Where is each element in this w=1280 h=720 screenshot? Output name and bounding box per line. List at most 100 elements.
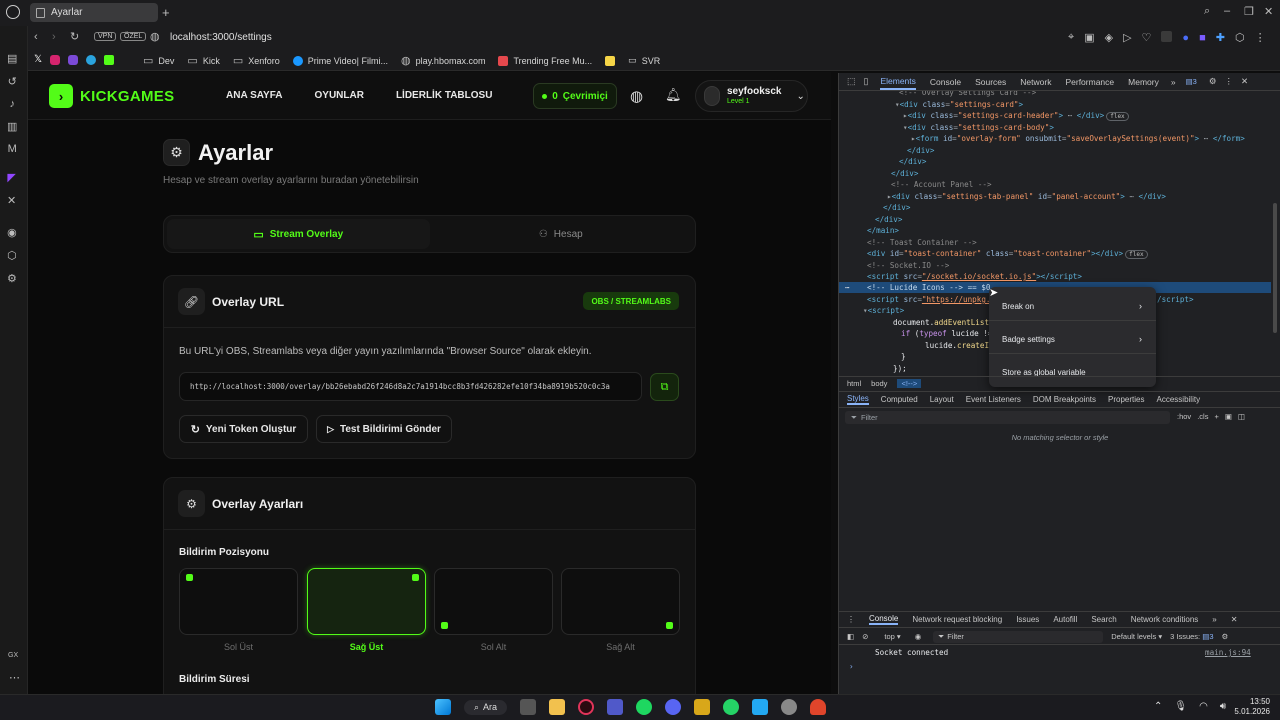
shield-icon[interactable]: ◈ [1105,31,1113,44]
whatsapp-icon[interactable] [723,699,740,715]
tab-account[interactable]: ⚇ Hesap [430,219,693,249]
nav-leaderboard[interactable]: LİDERLİK TABLOSU [396,90,492,101]
opera-gx-icon[interactable] [578,699,595,715]
eye-icon[interactable]: ◉ [915,632,922,641]
styles-filter-input[interactable]: ⏷ Filter [845,411,1170,424]
hov-toggle[interactable]: :hov [1177,412,1191,421]
drawer-menu-icon[interactable]: ⋮ [847,615,855,624]
spotify-icon[interactable] [636,699,653,715]
teams-icon[interactable] [607,699,624,715]
extension-icon[interactable] [1161,31,1173,42]
close-window-icon[interactable]: ✕ [1264,5,1273,18]
menu-item-badge-settings[interactable]: Badge settings [1002,335,1055,344]
drawer-tab-issues[interactable]: Issues [1016,615,1039,624]
vpn-badge[interactable]: VPN [94,32,117,41]
paint-icon[interactable]: ▣ [1225,412,1232,421]
more-icon[interactable]: ⋯ [9,671,20,684]
add-rule-icon[interactable]: + [1214,412,1218,421]
news-icon[interactable]: ▥ [7,120,17,133]
more-icon[interactable]: ⋮ [1224,76,1233,87]
tab-sources[interactable]: Sources [975,77,1006,87]
elements-scrollbar[interactable] [1273,203,1277,333]
settings-icon[interactable]: ⚙ [1209,76,1217,87]
tab-computed[interactable]: Computed [881,395,918,404]
site-logo[interactable]: › KICKGAMES [49,84,174,108]
volume-icon[interactable]: 🔊︎ [1220,701,1226,712]
telegram-icon[interactable] [86,54,97,65]
console-sidebar-icon[interactable]: ◧ [847,632,854,641]
user-menu[interactable]: seyfooksck Level 1 ⌄ [695,80,808,112]
settings-icon[interactable]: ⚙ [7,272,17,285]
bookmark-dev[interactable]: ▭ Dev [143,54,174,67]
spotify-icon[interactable]: ◉ [7,226,17,239]
more-drawer-tabs-icon[interactable]: » [1212,615,1216,624]
drawer-tab-search[interactable]: Search [1091,615,1116,624]
wifi-icon[interactable]: ◠ [1199,701,1208,712]
new-tab-icon[interactable]: + [162,5,170,20]
issues-count-badge[interactable]: ▤3 [1186,77,1197,86]
browser-tab[interactable]: Ayarlar [30,3,158,22]
puzzle-icon[interactable]: ✚ [1216,31,1225,44]
twitch-icon[interactable]: ◤ [7,171,16,184]
crumb-body[interactable]: body [871,379,887,388]
console-filter-input[interactable]: ⏷ Filter [933,630,1104,643]
bookmark-prime-video[interactable]: Prime Video| Filmi... [292,54,388,67]
console-issues-badge[interactable]: 3 Issues: ▤3 [1170,632,1213,641]
test-notification-button[interactable]: ▷ Test Bildirimi Gönder [316,415,452,443]
m-icon[interactable]: M [7,143,17,155]
kick-icon[interactable] [104,54,115,65]
tray-chevron-icon[interactable]: ⌃ [1154,701,1162,712]
online-status[interactable]: 0 Çevrimiçi [533,83,617,109]
forward-icon[interactable]: › [52,31,56,43]
back-icon[interactable]: ‹ [34,31,38,43]
maximize-icon[interactable]: ❐ [1244,5,1254,18]
copy-button[interactable]: ⧉ [650,373,679,401]
default-levels-dropdown[interactable]: Default levels ▾ [1111,632,1162,641]
tab-properties[interactable]: Properties [1108,395,1144,404]
menu-item-break-on[interactable]: Break on [1002,302,1034,311]
nav-games[interactable]: OYUNLAR [315,90,364,101]
opera-gx-logo-icon[interactable] [6,5,20,19]
crumb-html[interactable]: html [847,379,861,388]
start-icon[interactable] [435,699,451,715]
skype-icon[interactable] [68,54,79,65]
cls-toggle[interactable]: .cls [1197,412,1208,421]
discord-icon[interactable] [665,699,682,715]
bookmark-svr[interactable]: ▭ SVR [605,54,660,67]
context-selector[interactable]: top ▾ [884,632,900,641]
minimize-icon[interactable]: – [1224,5,1230,17]
drawer-tab-request-blocking[interactable]: Network request blocking [912,615,1002,624]
x-icon[interactable]: 𝕏 [34,54,42,65]
position-top-right[interactable] [307,568,426,635]
tab-styles[interactable]: Styles [847,394,869,405]
tab-elements[interactable]: Elements [880,74,916,90]
extension-blue-icon[interactable]: ● [1182,31,1189,44]
reload-icon[interactable]: ↻ [70,30,79,43]
extensions-icon[interactable]: ⬡ [7,249,17,262]
drawer-tab-console[interactable]: Console [869,614,899,625]
tab-console[interactable]: Console [930,77,961,87]
sidebar-toggle-icon[interactable]: ◫ [1238,412,1245,421]
vscode-icon[interactable] [752,699,769,715]
tab-memory[interactable]: Memory [1128,77,1159,87]
crumb-comment[interactable]: <!--> [897,379,922,388]
task-view-icon[interactable] [520,699,537,715]
overlay-url-input[interactable]: http://localhost:3000/overlay/bb26ebabd2… [179,372,642,401]
position-bottom-left[interactable] [434,568,553,635]
console-prompt-icon[interactable]: › [849,662,854,671]
drawer-tab-network-conditions[interactable]: Network conditions [1131,615,1199,624]
tab-accessibility[interactable]: Accessibility [1157,395,1201,404]
position-bottom-right[interactable] [561,568,680,635]
gx-label[interactable]: GX [8,652,18,659]
clock[interactable]: 13:50 5.01.2026 [1232,697,1270,717]
drawer-tab-autofill[interactable]: Autofill [1053,615,1077,624]
close-drawer-icon[interactable]: ✕ [1231,615,1238,624]
tab-layout[interactable]: Layout [930,395,954,404]
tab-stream-overlay[interactable]: ▭ Stream Overlay [167,219,430,249]
more-tabs-icon[interactable]: » [1171,77,1176,87]
recorder-icon[interactable] [810,699,827,715]
extension-purple-icon[interactable]: ■ [1199,31,1206,44]
file-explorer-icon[interactable] [549,699,566,715]
tab-dom-breakpoints[interactable]: DOM Breakpoints [1033,395,1096,404]
play-icon[interactable]: ▷ [1123,31,1131,44]
